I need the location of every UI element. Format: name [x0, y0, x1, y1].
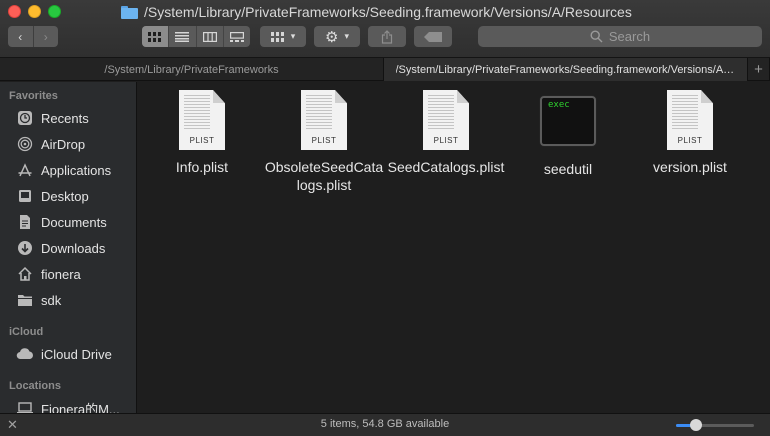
exec-label: exec	[548, 100, 570, 110]
file-name: ObsoleteSeedCatalogs.plist	[264, 159, 384, 193]
sidebar-item-label: fionera	[41, 266, 81, 282]
sidebar-item-label: Documents	[41, 214, 107, 230]
plist-file-icon: PLIST	[423, 90, 469, 150]
tab-resources-label: /System/Library/PrivateFrameworks/Seedin…	[395, 63, 736, 76]
gallery-view-button[interactable]	[222, 26, 250, 47]
gallery-icon	[229, 31, 244, 42]
new-tab-button[interactable]: +	[748, 58, 770, 81]
window-title-text: /System/Library/PrivateFrameworks/Seedin…	[144, 4, 632, 20]
chevron-down-icon: ▾	[344, 31, 349, 41]
title-toolbar: /System/Library/PrivateFrameworks/Seedin…	[0, 0, 770, 58]
tags-button[interactable]	[414, 26, 452, 47]
status-text: 5 items, 54.8 GB available	[320, 418, 450, 430]
file-type-badge: PLIST	[677, 136, 703, 145]
file-name: SeedCatalogs.plist	[387, 159, 505, 175]
laptop-icon	[16, 399, 34, 413]
desktop-icon	[16, 187, 34, 205]
gear-icon: ⚙	[325, 28, 339, 46]
folder-icon	[16, 291, 34, 309]
locations-header: Locations	[9, 380, 61, 392]
file-name: Info.plist	[175, 159, 229, 175]
action-menu-button[interactable]: ⚙ ▾	[314, 26, 360, 47]
navigation-buttons: ‹ ›	[8, 26, 58, 47]
sidebar-item-recents[interactable]: Recents	[16, 108, 89, 128]
sidebar-item-label: AirDrop	[41, 136, 86, 152]
back-button[interactable]: ‹	[8, 26, 33, 47]
favorites-header: Favorites	[9, 90, 58, 102]
file-name: version.plist	[653, 159, 727, 175]
airdrop-icon	[16, 135, 34, 153]
file-type-badge: PLIST	[189, 136, 215, 145]
sidebar-item-airdrop[interactable]: AirDrop	[16, 134, 85, 154]
plist-file-icon: PLIST	[667, 90, 713, 150]
status-bar: ✕ 5 items, 54.8 GB available	[0, 413, 770, 436]
sidebar-item-label: Desktop	[41, 188, 89, 204]
sidebar-item-applications[interactable]: Applications	[16, 160, 111, 180]
applications-icon	[16, 161, 34, 179]
sidebar-item-label: Downloads	[41, 240, 106, 256]
window-title: /System/Library/PrivateFrameworks/Seedin…	[121, 2, 632, 22]
minimize-window-button[interactable]	[28, 5, 41, 18]
document-icon	[16, 213, 34, 231]
download-icon	[16, 239, 34, 257]
share-icon	[381, 29, 393, 44]
sidebar-item-label: Recents	[41, 110, 89, 126]
maximize-window-button[interactable]	[48, 5, 61, 18]
tab-private-frameworks[interactable]: /System/Library/PrivateFrameworks	[0, 58, 384, 81]
slider-knob[interactable]	[689, 419, 702, 431]
forward-button[interactable]: ›	[32, 26, 59, 47]
sidebar-item-label: iCloud Drive	[41, 346, 112, 362]
group-by-button[interactable]: ▾	[260, 26, 306, 47]
search-field[interactable]: Search	[478, 26, 762, 47]
chevron-down-icon: ▾	[290, 31, 296, 41]
column-view-button[interactable]	[195, 26, 223, 47]
file-item-seed-catalogs-plist[interactable]: PLIST SeedCatalogs.plist	[386, 90, 506, 176]
icloud-header: iCloud	[9, 326, 44, 338]
file-type-badge: PLIST	[311, 136, 337, 145]
file-icon-view: PLIST Info.plist PLIST ObsoleteSeedCatal…	[138, 82, 770, 413]
file-item-seedutil[interactable]: exec seedutil	[508, 92, 628, 178]
icon-view-button[interactable]	[142, 26, 169, 47]
sidebar-item-label: Fionera的M...	[41, 401, 120, 414]
clock-icon	[16, 109, 34, 127]
sidebar-item-mac[interactable]: Fionera的M...	[16, 398, 120, 413]
sidebar-item-downloads[interactable]: Downloads	[16, 238, 105, 258]
home-icon	[16, 265, 34, 283]
view-mode-buttons	[142, 26, 250, 47]
plist-file-icon: PLIST	[301, 90, 347, 150]
close-window-button[interactable]	[8, 5, 21, 18]
file-item-version-plist[interactable]: PLIST version.plist	[630, 90, 750, 176]
search-placeholder: Search	[608, 29, 651, 44]
file-type-badge: PLIST	[433, 136, 459, 145]
list-view-button[interactable]	[168, 26, 195, 47]
columns-icon	[202, 31, 217, 42]
finder-window: /System/Library/PrivateFrameworks/Seedin…	[0, 0, 770, 436]
group-grid-icon	[270, 31, 284, 42]
file-name: seedutil	[543, 161, 593, 177]
executable-file-icon: exec	[540, 96, 596, 146]
cloud-icon	[16, 345, 34, 363]
sidebar-item-desktop[interactable]: Desktop	[16, 186, 89, 206]
tab-bar: /System/Library/PrivateFrameworks /Syste…	[0, 58, 770, 81]
search-icon	[590, 30, 603, 43]
sidebar-item-label: Applications	[41, 162, 112, 178]
file-item-info-plist[interactable]: PLIST Info.plist	[142, 90, 262, 176]
sidebar-item-fionera[interactable]: fionera	[16, 264, 81, 284]
sidebar-item-icloud-drive[interactable]: iCloud Drive	[16, 344, 112, 364]
plist-file-icon: PLIST	[179, 90, 225, 150]
file-item-obsolete-seed-catalogs-plist[interactable]: PLIST ObsoleteSeedCatalogs.plist	[264, 90, 384, 194]
tab-resources[interactable]: /System/Library/PrivateFrameworks/Seedin…	[384, 58, 748, 81]
list-icon	[175, 31, 190, 42]
grid-icon	[148, 31, 162, 42]
sidebar-item-label: sdk	[41, 292, 62, 308]
tag-icon	[424, 31, 442, 42]
sidebar-item-documents[interactable]: Documents	[16, 212, 107, 232]
sidebar: Favorites Recents AirDrop Applications D…	[0, 82, 137, 413]
icon-size-slider[interactable]	[676, 419, 754, 431]
sidebar-item-sdk[interactable]: sdk	[16, 290, 61, 310]
share-button[interactable]	[368, 26, 406, 47]
folder-icon	[121, 5, 138, 19]
